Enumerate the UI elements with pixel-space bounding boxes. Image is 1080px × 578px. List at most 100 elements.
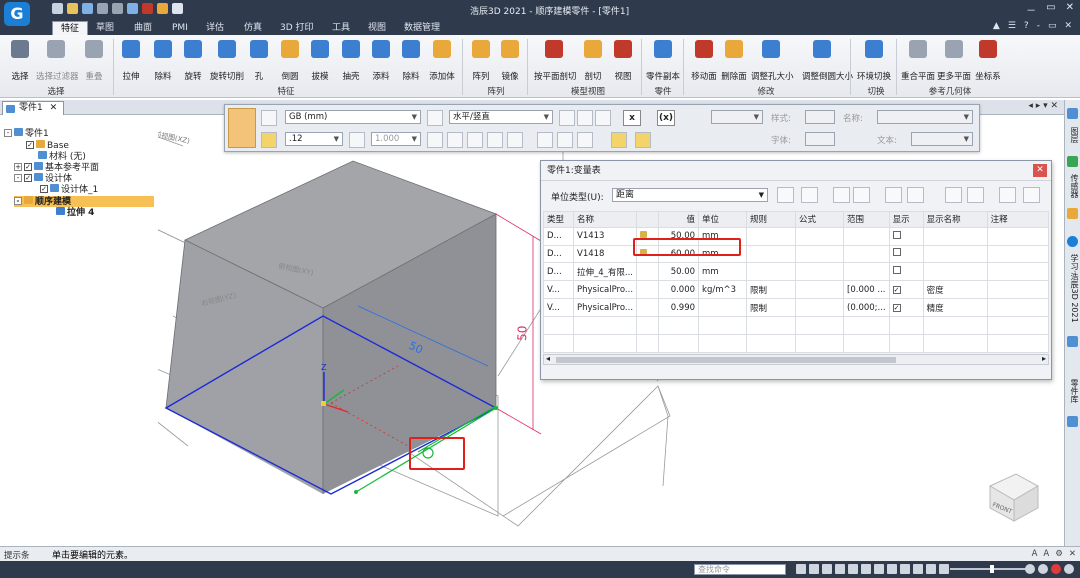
layer-tab[interactable]: 图层	[1066, 120, 1080, 150]
cell-show-name[interactable]	[922, 244, 988, 264]
tab-data-management[interactable]: 数据管理	[396, 21, 448, 35]
scroll-thumb[interactable]	[556, 357, 896, 363]
collapse-ribbon-icon[interactable]: ▲	[993, 21, 1000, 31]
col-name[interactable]: 名称	[572, 211, 638, 228]
cell-show[interactable]: ✓	[888, 298, 924, 318]
dim-tool-3-icon[interactable]	[595, 110, 611, 126]
cell-note[interactable]	[986, 298, 1050, 318]
cell-name[interactable]: 拉伸_4_有限...	[572, 262, 638, 282]
col-range[interactable]: 范围	[843, 211, 890, 228]
cell-show[interactable]	[888, 226, 924, 246]
part-library-tab[interactable]: 零件库	[1066, 376, 1080, 406]
print-icon[interactable]	[127, 3, 138, 14]
table-row[interactable]: D... V1413 50.00 mm	[543, 226, 1050, 246]
doc-nav-controls[interactable]: ◂ ▸ ▾ ✕	[1028, 101, 1058, 111]
cell-note[interactable]	[986, 244, 1050, 264]
font-up-icon[interactable]: A	[1032, 549, 1038, 559]
minimize-button[interactable]: －	[1026, 2, 1036, 17]
tree-node-extrude-4[interactable]: 拉伸 4	[56, 207, 94, 218]
remove-button[interactable]: x	[623, 110, 641, 126]
zoom-in-icon[interactable]	[1025, 564, 1035, 574]
lighting-icon[interactable]	[913, 564, 923, 574]
tab-surface[interactable]: 曲面	[126, 21, 160, 35]
library-icon[interactable]	[1067, 336, 1078, 347]
command-search-input[interactable]: 查找命令	[694, 564, 786, 575]
filter-icon[interactable]	[853, 187, 870, 203]
zoom-reset-icon[interactable]	[1038, 564, 1048, 574]
cell-value[interactable]: 0.990	[658, 298, 700, 318]
tree-node-ordered-modeling[interactable]: - 顺序建模	[14, 196, 154, 207]
view-tool-1-icon[interactable]	[796, 564, 806, 574]
export-icon[interactable]	[999, 187, 1016, 203]
lock-icon[interactable]	[261, 132, 277, 148]
collapse-icon[interactable]: -	[4, 129, 12, 137]
style-icon[interactable]	[261, 110, 277, 126]
tree-node-design-body-1[interactable]: ✓ 设计体_1	[40, 184, 98, 195]
print-icon[interactable]	[967, 187, 984, 203]
learn-tab[interactable]: 学习·浩辰3D 2021	[1066, 248, 1080, 328]
cell-rule[interactable]	[746, 226, 797, 246]
pan-icon[interactable]	[861, 564, 871, 574]
view-style-icon[interactable]	[926, 564, 936, 574]
cell-formula[interactable]	[795, 226, 845, 246]
tool-icon[interactable]	[142, 3, 153, 14]
view-button[interactable]: 视图	[603, 38, 643, 84]
text-tool-2-icon[interactable]	[447, 132, 463, 148]
tab-detail[interactable]: 详估	[198, 21, 232, 35]
maximize-button[interactable]: ▭	[1046, 2, 1055, 17]
doc-close-button[interactable]: ✕	[1064, 21, 1072, 31]
fit-icon[interactable]	[848, 564, 858, 574]
col-show-name[interactable]: 显示名称	[922, 211, 988, 228]
show-checkbox[interactable]	[892, 230, 901, 239]
coordinate-system-button[interactable]: 坐标系	[968, 38, 1008, 84]
col-unit[interactable]: 单位	[698, 211, 748, 228]
cell-name[interactable]: PhysicalPro...	[572, 280, 638, 300]
doc-tab-part1[interactable]: 零件1 ✕	[2, 101, 65, 115]
height-dimension[interactable]	[495, 213, 542, 435]
show-checkbox[interactable]	[892, 248, 901, 257]
orientation-select[interactable]: 水平/竖直 ▼	[449, 110, 553, 124]
cell-range[interactable]: (0.000;...	[843, 298, 890, 318]
show-checkbox[interactable]: ✓	[892, 285, 901, 294]
doc-minimize-button[interactable]: -	[1037, 21, 1040, 31]
dialog-close-button[interactable]: ✕	[1033, 164, 1047, 177]
doc-tab-close-icon[interactable]: ✕	[50, 103, 58, 113]
dimension-tool-icon[interactable]	[228, 108, 256, 148]
function-icon[interactable]	[907, 187, 924, 203]
cell-show[interactable]	[888, 244, 924, 264]
tab-sketch[interactable]: 草图	[88, 21, 122, 35]
view-tool-2-icon[interactable]	[809, 564, 819, 574]
select-button[interactable]: 选择	[0, 38, 40, 84]
cell-show-name[interactable]	[922, 262, 988, 282]
col-rule[interactable]: 规则	[746, 211, 797, 228]
cell-note[interactable]	[986, 280, 1050, 300]
cell-show[interactable]: ✓	[888, 280, 924, 300]
mirror-button[interactable]: 镜像	[490, 38, 530, 84]
col-type[interactable]: 类型	[543, 211, 574, 228]
col-lock[interactable]	[636, 211, 660, 228]
horizontal-scrollbar[interactable]: ◂ ▸	[543, 354, 1049, 365]
zoom-slider[interactable]	[950, 565, 1032, 573]
scroll-right-icon[interactable]: ▸	[1042, 354, 1046, 363]
rotate-icon[interactable]	[874, 564, 884, 574]
text-tool-4-icon[interactable]	[487, 132, 503, 148]
angle-icon[interactable]	[427, 110, 443, 126]
visibility-checkbox[interactable]: ✓	[40, 185, 48, 193]
stop-icon[interactable]	[1064, 564, 1074, 574]
scroll-left-icon[interactable]: ◂	[546, 354, 550, 363]
tree-node-part[interactable]: - 零件1	[4, 128, 49, 139]
cell-show-name[interactable]	[922, 226, 988, 246]
cell-formula[interactable]	[795, 262, 845, 282]
cell-note[interactable]	[986, 226, 1050, 246]
coincident-plane-button[interactable]: 重合平面	[898, 38, 938, 84]
excel-icon[interactable]	[945, 187, 962, 203]
resize-hole-button[interactable]: 调整孔大小	[751, 38, 794, 84]
table-row[interactable]	[543, 316, 1050, 336]
standard-select[interactable]: GB (mm) ▼	[285, 110, 421, 124]
help-icon[interactable]: ?	[1024, 21, 1029, 31]
precision-select[interactable]: .12 ▼	[285, 132, 343, 146]
collapse-icon[interactable]: -	[14, 197, 22, 205]
part-copy-button[interactable]: 零件副本	[643, 38, 683, 84]
dimension-lock-icon[interactable]	[635, 132, 651, 148]
collapse-icon[interactable]: -	[14, 174, 22, 182]
